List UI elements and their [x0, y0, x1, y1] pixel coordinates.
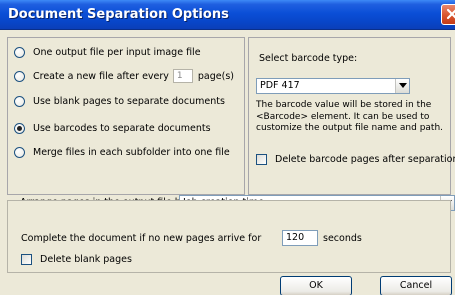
option-one-per-image[interactable]: One output file per input image file: [14, 45, 201, 59]
delete-barcode-pages-checkbox[interactable]: [256, 153, 267, 165]
timeout-seconds-input[interactable]: 120: [282, 230, 318, 246]
chevron-down-icon: [399, 83, 407, 88]
separation-mode-group: One output file per input image file Cre…: [7, 37, 245, 195]
option-label: Use barcodes to separate documents: [33, 122, 211, 134]
option-suffix: page(s): [197, 70, 234, 82]
barcode-type-select[interactable]: PDF 417: [256, 78, 410, 94]
barcode-type-label: Select barcode type:: [259, 53, 358, 64]
barcode-description: The barcode value will be stored in the …: [256, 100, 444, 133]
dropdown-arrow[interactable]: [395, 79, 409, 93]
title-bar: Document Separation Options: [0, 0, 455, 30]
option-label: Use blank pages to separate documents: [33, 95, 225, 107]
option-new-file-every[interactable]: Create a new file after every 1 page(s): [14, 69, 234, 83]
option-barcodes[interactable]: Use barcodes to separate documents: [14, 121, 211, 135]
window-title: Document Separation Options: [8, 7, 229, 22]
barcode-type-value: PDF 417: [260, 80, 300, 91]
option-label: One output file per input image file: [33, 46, 201, 58]
option-label: Merge files in each subfolder into one f…: [33, 146, 230, 158]
delete-blank-option[interactable]: Delete blank pages: [21, 252, 132, 266]
radio-button[interactable]: [14, 146, 25, 158]
option-label: Create a new file after every: [33, 70, 169, 82]
complete-label: Complete the document if no new pages ar…: [21, 233, 262, 244]
seconds-label: seconds: [323, 233, 362, 244]
cancel-button[interactable]: Cancel: [380, 276, 452, 295]
pages-count-input[interactable]: 1: [172, 69, 193, 83]
option-merge-subfolder[interactable]: Merge files in each subfolder into one f…: [14, 145, 230, 159]
close-icon: [446, 8, 455, 20]
delete-barcode-pages-label: Delete barcode pages after separation: [275, 153, 455, 165]
radio-button[interactable]: [14, 70, 25, 82]
completion-group: Complete the document if no new pages ar…: [7, 200, 451, 273]
ok-button[interactable]: OK: [280, 276, 352, 295]
radio-button[interactable]: [14, 46, 25, 58]
radio-button[interactable]: [14, 95, 25, 107]
delete-blank-label: Delete blank pages: [40, 253, 132, 265]
radio-button-checked[interactable]: [14, 122, 25, 134]
delete-barcode-pages-option[interactable]: Delete barcode pages after separation: [256, 152, 455, 166]
barcode-settings-group: Select barcode type: PDF 417 The barcode…: [248, 37, 455, 195]
delete-blank-checkbox[interactable]: [21, 253, 32, 265]
close-button[interactable]: [441, 4, 455, 25]
option-blank-pages[interactable]: Use blank pages to separate documents: [14, 94, 225, 108]
